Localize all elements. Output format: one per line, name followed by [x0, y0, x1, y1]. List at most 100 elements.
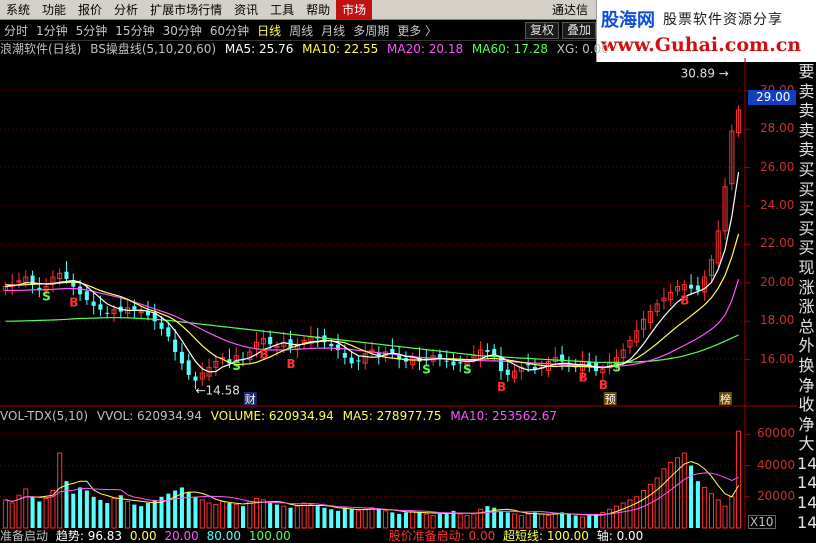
- finance-marker: 财: [245, 392, 256, 406]
- volume-bar: [512, 513, 518, 529]
- candle-body: [505, 369, 510, 375]
- volume-bar: [634, 496, 640, 529]
- sidebar-item-18[interactable]: 净: [797, 415, 816, 435]
- volume-bar: [43, 497, 49, 529]
- sidebar-item-22[interactable]: 14: [797, 493, 816, 513]
- volume-bar: [417, 512, 422, 528]
- quote-sidebar: 要卖卖卖卖买买买买买现涨涨总外换净收净大 14 14 14 14: [797, 62, 816, 543]
- period-tab-3[interactable]: 15分钟: [111, 22, 158, 39]
- logo-slogan: 股票软件资源分享: [663, 12, 783, 28]
- sidebar-item-13[interactable]: 总: [797, 317, 816, 337]
- sidebar-item-4[interactable]: 卖: [797, 140, 816, 160]
- volume-bar: [545, 515, 552, 529]
- volume-bar: [485, 506, 490, 528]
- price-tick-label: 18.00: [760, 313, 795, 328]
- candle-body: [329, 343, 334, 347]
- sidebar-item-14[interactable]: 外: [797, 336, 816, 356]
- volume-bar: [722, 505, 728, 529]
- period-tab-9[interactable]: 多周期: [349, 22, 393, 39]
- volume-bar: [647, 483, 653, 529]
- period-tab-10[interactable]: 更多 〉: [393, 22, 441, 39]
- buy-marker: B: [578, 371, 587, 385]
- restore-button[interactable]: 复权: [524, 21, 559, 39]
- sidebar-item-9[interactable]: 买: [797, 238, 816, 258]
- volume-tick-label: 40000: [757, 457, 796, 472]
- sidebar-item-6[interactable]: 买: [797, 180, 816, 200]
- sidebar-item-16[interactable]: 净: [797, 376, 816, 396]
- xg-value: XG: 0.00: [556, 42, 609, 56]
- candle-body: [451, 361, 456, 366]
- period-tab-2[interactable]: 5分钟: [72, 22, 112, 39]
- sidebar-item-17[interactable]: 收: [797, 395, 816, 415]
- menu-item-2[interactable]: 报价: [72, 0, 108, 20]
- sell-marker: S: [42, 290, 51, 304]
- candle-body: [132, 306, 137, 310]
- menu-item-3[interactable]: 分析: [108, 0, 144, 20]
- candle-body: [186, 360, 191, 375]
- menu-item-7[interactable]: 帮助: [300, 0, 336, 20]
- volume-bar: [532, 512, 537, 528]
- sidebar-item-5[interactable]: 买: [797, 160, 816, 180]
- sidebar-item-8[interactable]: 买: [797, 219, 816, 239]
- price-tick-label: 28.00: [760, 121, 795, 136]
- sidebar-item-15[interactable]: 换: [797, 356, 816, 376]
- trend-value: 趋势: 96.83: [55, 530, 123, 543]
- sidebar-item-0[interactable]: 要: [797, 62, 816, 82]
- brand-logo: 股海网 股票软件资源分享 www.Guhai.com.cn: [596, 0, 816, 62]
- sidebar-item-7[interactable]: 买: [797, 199, 816, 219]
- period-tab-4[interactable]: 30分钟: [159, 22, 206, 39]
- logo-brand: 股海网: [601, 10, 655, 31]
- menu-item-6[interactable]: 工具: [264, 0, 300, 20]
- candle-body: [349, 357, 354, 364]
- candle-body: [342, 353, 347, 358]
- buy-marker: B: [69, 296, 78, 310]
- volume-bar: [145, 503, 150, 528]
- volume-chart[interactable]: [0, 407, 797, 530]
- volume-bar: [213, 504, 219, 529]
- sidebar-item-10[interactable]: 现: [797, 258, 816, 278]
- volume-bar: [437, 513, 442, 528]
- menu-item-market[interactable]: 市场: [336, 0, 373, 20]
- volume-bar: [57, 452, 63, 529]
- sidebar-item-23[interactable]: 14: [797, 513, 816, 533]
- volume-bar: [383, 510, 389, 529]
- volume-bar: [607, 508, 613, 529]
- period-tab-1[interactable]: 1分钟: [32, 22, 72, 39]
- sidebar-item-3[interactable]: 卖: [797, 121, 816, 141]
- volume-bar: [125, 500, 131, 529]
- price-tick-label: 16.00: [760, 351, 795, 366]
- sidebar-item-20[interactable]: 14: [797, 454, 816, 474]
- volume-bar: [668, 461, 674, 529]
- candle-body: [356, 360, 361, 362]
- period-tab-0[interactable]: 分时: [0, 22, 32, 39]
- price-chart[interactable]: 30.89 →←14.58BBBBBBBSS S S S财预榜: [0, 58, 797, 408]
- volume-bar: [587, 515, 592, 528]
- sidebar-item-2[interactable]: 卖: [797, 101, 816, 121]
- overlay-button[interactable]: 叠加: [561, 21, 596, 39]
- volume-ma5-line: [5, 460, 740, 516]
- sidebar-item-19[interactable]: 大: [797, 434, 816, 454]
- menu-item-4[interactable]: 扩展市场行情: [144, 0, 228, 20]
- menu-item-5[interactable]: 资讯: [228, 0, 264, 20]
- price-tick-label: 22.00: [760, 236, 795, 251]
- menu-item-1[interactable]: 功能: [36, 0, 72, 20]
- bottom-indicator-name[interactable]: 准备启动: [0, 530, 48, 543]
- volume-bar: [566, 513, 571, 528]
- bottom-indicator-bar: 准备启动 趋势: 96.83 0.00 20.00 80.00 100.00 股…: [0, 530, 797, 543]
- sidebar-item-1[interactable]: 卖: [797, 82, 816, 102]
- buy-marker: B: [680, 294, 689, 308]
- period-tab-6[interactable]: 日线: [253, 22, 285, 39]
- volume-bar: [362, 508, 368, 529]
- sidebar-item-11[interactable]: 涨: [797, 278, 816, 298]
- period-tab-8[interactable]: 月线: [317, 22, 349, 39]
- indicator-name[interactable]: BS操盘线(5,10,20,60): [90, 42, 216, 56]
- period-tab-5[interactable]: 60分钟: [206, 22, 253, 39]
- sidebar-item-12[interactable]: 涨: [797, 297, 816, 317]
- volume-bar: [505, 512, 510, 528]
- volume-bar: [23, 488, 29, 529]
- stock-title[interactable]: 浪潮软件(日线): [0, 42, 81, 56]
- volume-bar: [620, 502, 626, 529]
- menu-item-0[interactable]: 系统: [0, 0, 36, 20]
- sidebar-item-21[interactable]: 14: [797, 473, 816, 493]
- period-tab-7[interactable]: 周线: [285, 22, 317, 39]
